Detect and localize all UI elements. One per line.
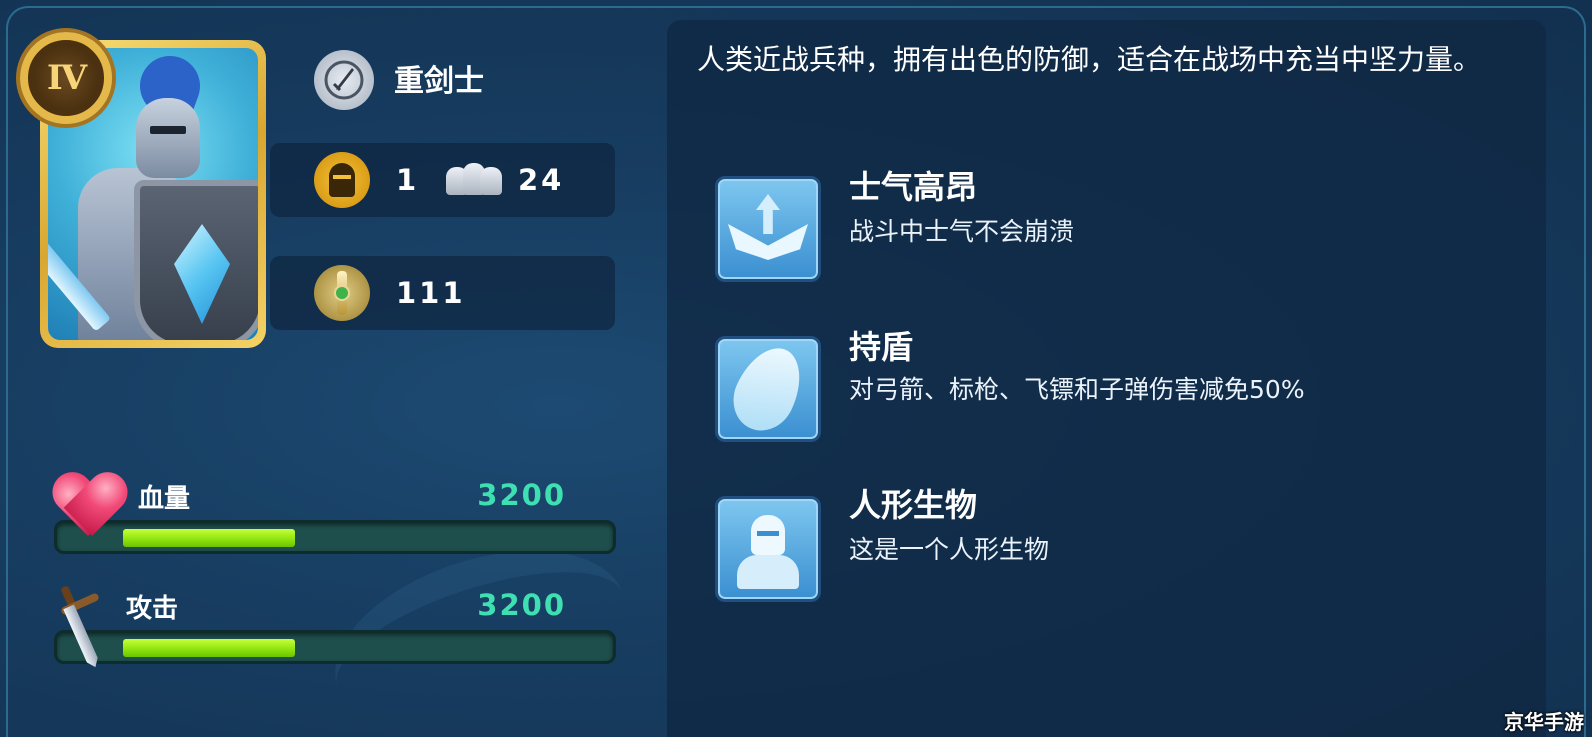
troop-count-value: 24	[518, 163, 565, 197]
skill-name: 士气高昂	[849, 168, 978, 206]
hp-bar-fill	[123, 529, 295, 547]
power-value: 111	[396, 276, 466, 310]
hp-bar	[54, 520, 616, 554]
sword-class-icon	[314, 50, 374, 110]
knight-helmet	[136, 98, 200, 178]
unit-description: 人类近战兵种，拥有出色的防御，适合在战场中充当中坚力量。	[697, 43, 1482, 76]
troops-icon	[446, 163, 502, 199]
wing-arrow-up-icon[interactable]	[715, 176, 821, 282]
attack-label: 攻击	[126, 594, 179, 624]
attack-bar	[54, 630, 616, 664]
power-row: 111	[270, 256, 615, 330]
attack-value: 3200	[477, 588, 566, 622]
helmet-icon	[314, 152, 370, 208]
hp-value: 3200	[477, 478, 566, 512]
unit-class-name: 重剑士	[394, 64, 484, 99]
skill-name: 人形生物	[849, 486, 978, 524]
watermark: 京华手游	[1504, 710, 1584, 734]
hp-label: 血量	[138, 484, 191, 514]
humanoid-icon[interactable]	[715, 496, 821, 602]
cost-value: 1	[396, 163, 420, 197]
knight-visor	[150, 126, 186, 134]
cost-troops-row: 1 24	[270, 143, 615, 217]
skill-name: 持盾	[849, 328, 914, 366]
rank-badge: IV	[20, 32, 112, 124]
skill-description: 对弓箭、标枪、飞镖和子弹伤害减免50%	[849, 375, 1305, 404]
skill-description: 这是一个人形生物	[849, 535, 1050, 564]
attack-bar-fill	[123, 639, 295, 657]
skill-description: 战斗中士气不会崩溃	[849, 217, 1075, 246]
power-sword-icon	[314, 265, 370, 321]
shield-deflect-icon[interactable]	[715, 336, 821, 442]
unit-detail-panel: 人类近战兵种，拥有出色的防御，适合在战场中充当中坚力量。 士气高昂 战斗中士气不…	[667, 20, 1546, 737]
sword-icon	[56, 585, 106, 670]
heart-icon	[52, 474, 128, 542]
